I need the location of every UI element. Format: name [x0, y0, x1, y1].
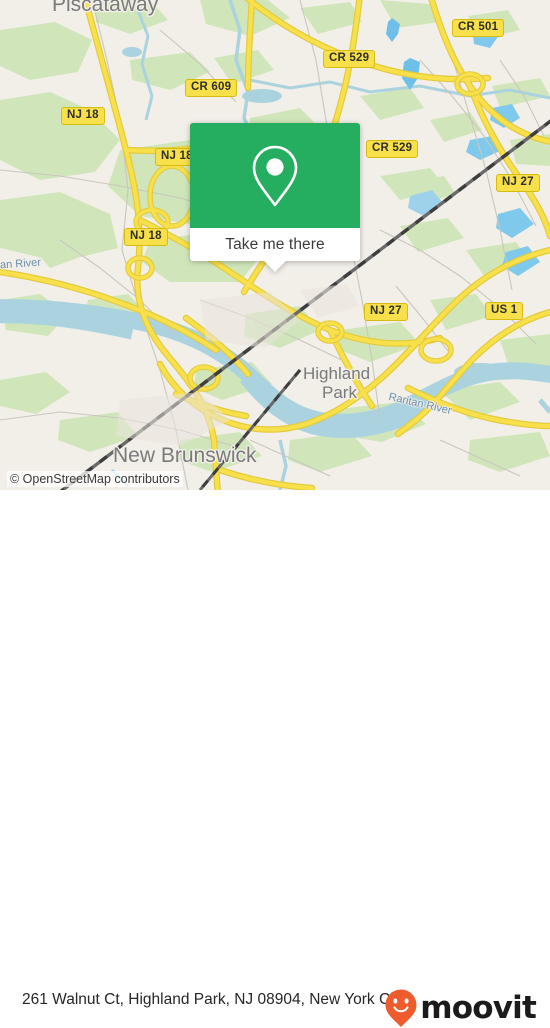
place-label-highland: Highland [303, 364, 371, 383]
route-shield[interactable]: NJ 18 [124, 228, 168, 246]
route-shield[interactable]: CR 501 [452, 19, 505, 37]
route-shield[interactable]: CR 529 [323, 50, 376, 68]
footer-bar: 261 Walnut Ct, Highland Park, NJ 08904, … [0, 490, 550, 1027]
place-label-new-brunswick: New Brunswick [113, 444, 257, 467]
route-shield[interactable]: NJ 27 [364, 303, 408, 321]
address-text: 261 Walnut Ct, Highland Park, NJ 08904, … [22, 991, 406, 1008]
moovit-smiley-pin-icon [385, 989, 417, 1027]
route-shield[interactable]: CR 609 [185, 79, 238, 97]
moovit-logo[interactable]: moovit [384, 989, 537, 1027]
route-shield[interactable]: CR 529 [366, 140, 419, 158]
place-label-piscataway: Piscataway [52, 0, 159, 16]
route-shield[interactable]: US 1 [485, 302, 524, 320]
take-me-there-label: Take me there [225, 235, 325, 253]
moovit-wordmark: moovit [420, 989, 537, 1026]
route-shield[interactable]: NJ 27 [496, 174, 540, 192]
destination-popup-card[interactable]: Take me there [190, 123, 360, 272]
popup-pointer-tail [264, 261, 286, 272]
place-label-park: Park [322, 383, 357, 402]
map-canvas[interactable]: CR 501 CR 529 CR 609 NJ 18 NJ 18 CR 529 … [0, 0, 550, 490]
map-pin-icon [252, 145, 298, 206]
route-shield[interactable]: NJ 18 [61, 107, 105, 125]
popup-action-bar[interactable]: Take me there [190, 228, 360, 272]
popup-green-header [190, 123, 360, 228]
osm-attribution[interactable]: © OpenStreetMap contributors [7, 471, 183, 487]
